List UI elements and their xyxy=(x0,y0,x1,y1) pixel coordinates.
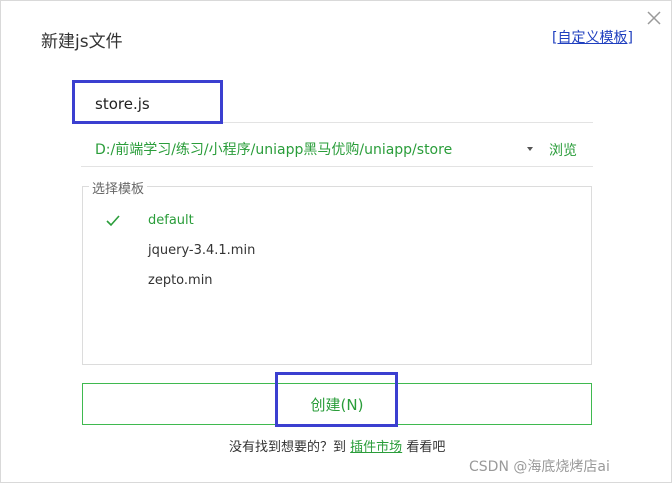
file-name-highlight-box xyxy=(72,80,223,124)
template-item-zepto[interactable]: zepto.min xyxy=(148,273,213,288)
footer-prefix: 没有找到想要的？到 xyxy=(229,440,347,455)
template-list-legend: 选择模板 xyxy=(89,178,148,197)
check-icon xyxy=(106,212,120,227)
custom-template-bracket-close: ] xyxy=(627,30,633,46)
template-item-jquery[interactable]: jquery-3.4.1.min xyxy=(148,243,255,258)
csdn-watermark: CSDN @海底烧烤店ai xyxy=(469,459,610,475)
custom-template-link-text[interactable]: 自定义模板 xyxy=(557,30,627,46)
plugin-market-link[interactable]: 插件市场 xyxy=(350,440,402,455)
location-row[interactable]: D:/前端学习/练习/小程序/uniapp黑马优购/uniapp/store xyxy=(81,129,593,167)
create-button-highlight-box xyxy=(275,372,398,427)
footer-hint: 没有找到想要的？到 插件市场 看看吧 xyxy=(229,436,445,455)
custom-template-link[interactable]: [自定义模板] xyxy=(552,27,633,47)
close-icon[interactable] xyxy=(646,10,662,26)
dropdown-arrow-icon[interactable] xyxy=(527,147,533,151)
footer-suffix: 看看吧 xyxy=(406,440,446,455)
new-js-file-dialog: 新建js文件 [自定义模板] D:/前端学习/练习/小程序/uniapp黑马优购… xyxy=(0,0,672,483)
location-path[interactable]: D:/前端学习/练习/小程序/uniapp黑马优购/uniapp/store xyxy=(95,139,452,159)
template-item-default[interactable]: default xyxy=(148,213,194,228)
browse-button[interactable]: 浏览 xyxy=(549,140,577,160)
dialog-title: 新建js文件 xyxy=(41,32,123,52)
